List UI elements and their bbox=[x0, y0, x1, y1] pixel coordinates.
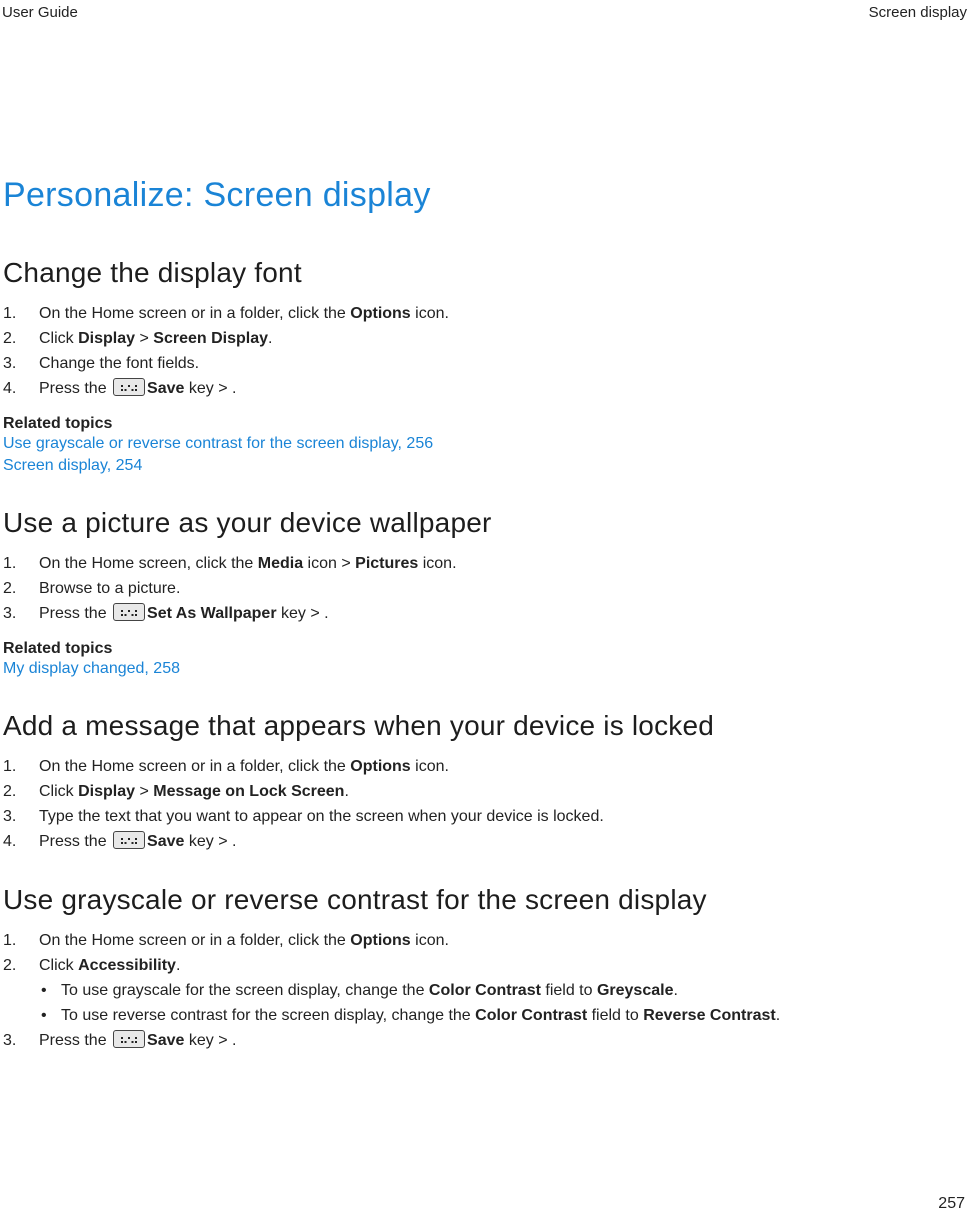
steps-list: On the Home screen or in a folder, click… bbox=[3, 928, 965, 1053]
header-left: User Guide bbox=[2, 4, 78, 21]
bold-term: Greyscale bbox=[597, 982, 674, 999]
step-item: Change the font fields. bbox=[3, 351, 965, 376]
related-topic-link[interactable]: Screen display, 254 bbox=[3, 455, 965, 477]
page-header: User Guide Screen display bbox=[0, 4, 973, 21]
page-title: Personalize: Screen display bbox=[3, 176, 965, 215]
page-number: 257 bbox=[938, 1195, 965, 1213]
section-heading: Use grayscale or reverse contrast for th… bbox=[3, 884, 965, 916]
bold-term: Reverse Contrast bbox=[643, 1007, 776, 1024]
step-item: Press the Save key > . bbox=[3, 1028, 965, 1053]
section-heading: Change the display font bbox=[3, 257, 965, 289]
bold-term: Save bbox=[147, 380, 184, 397]
related-topics-label: Related topics bbox=[3, 640, 965, 658]
bold-term: Save bbox=[147, 1032, 184, 1049]
bold-term: Options bbox=[350, 932, 410, 949]
related-topics-label: Related topics bbox=[3, 415, 965, 433]
bold-term: Message on Lock Screen bbox=[153, 783, 344, 800]
step-item: Type the text that you want to appear on… bbox=[3, 804, 965, 829]
steps-list: On the Home screen or in a folder, click… bbox=[3, 301, 965, 401]
main-content: Personalize: Screen display Change the d… bbox=[0, 21, 973, 1053]
bold-term: Color Contrast bbox=[429, 982, 541, 999]
step-item: Click Display > Message on Lock Screen. bbox=[3, 779, 965, 804]
related-topic-link[interactable]: My display changed, 258 bbox=[3, 658, 965, 680]
step-item: Press the Save key > . bbox=[3, 829, 965, 854]
step-item: On the Home screen or in a folder, click… bbox=[3, 928, 965, 953]
bold-term: Display bbox=[78, 783, 135, 800]
bold-term: Options bbox=[350, 305, 410, 322]
step-item: Press the Save key > . bbox=[3, 376, 965, 401]
section-heading: Use a picture as your device wallpaper bbox=[3, 507, 965, 539]
menu-key-icon bbox=[113, 603, 145, 621]
sub-item: To use reverse contrast for the screen d… bbox=[39, 1003, 965, 1028]
step-item: Click Accessibility. bbox=[3, 953, 965, 978]
section-heading: Add a message that appears when your dev… bbox=[3, 710, 965, 742]
step-item: On the Home screen or in a folder, click… bbox=[3, 301, 965, 326]
related-topic-link[interactable]: Use grayscale or reverse contrast for th… bbox=[3, 433, 965, 455]
step-item: Press the Set As Wallpaper key > . bbox=[3, 601, 965, 626]
steps-list: On the Home screen or in a folder, click… bbox=[3, 754, 965, 854]
bold-term: Options bbox=[350, 758, 410, 775]
step-item: On the Home screen, click the Media icon… bbox=[3, 551, 965, 576]
bold-term: Pictures bbox=[355, 555, 418, 572]
bold-term: Media bbox=[258, 555, 303, 572]
bold-term: Screen Display bbox=[153, 330, 268, 347]
bold-term: Save bbox=[147, 833, 184, 850]
sub-item: To use grayscale for the screen display,… bbox=[39, 978, 965, 1003]
menu-key-icon bbox=[113, 1030, 145, 1048]
bold-term: Set As Wallpaper bbox=[147, 605, 277, 622]
bold-term: Color Contrast bbox=[475, 1007, 587, 1024]
step-item: On the Home screen or in a folder, click… bbox=[3, 754, 965, 779]
menu-key-icon bbox=[113, 378, 145, 396]
sub-list: To use grayscale for the screen display,… bbox=[39, 978, 965, 1028]
header-right: Screen display bbox=[869, 4, 967, 21]
step-item: Browse to a picture. bbox=[3, 576, 965, 601]
step-item: Click Display > Screen Display. bbox=[3, 326, 965, 351]
bold-term: Accessibility bbox=[78, 957, 176, 974]
bold-term: Display bbox=[78, 330, 135, 347]
steps-list: On the Home screen, click the Media icon… bbox=[3, 551, 965, 626]
menu-key-icon bbox=[113, 831, 145, 849]
